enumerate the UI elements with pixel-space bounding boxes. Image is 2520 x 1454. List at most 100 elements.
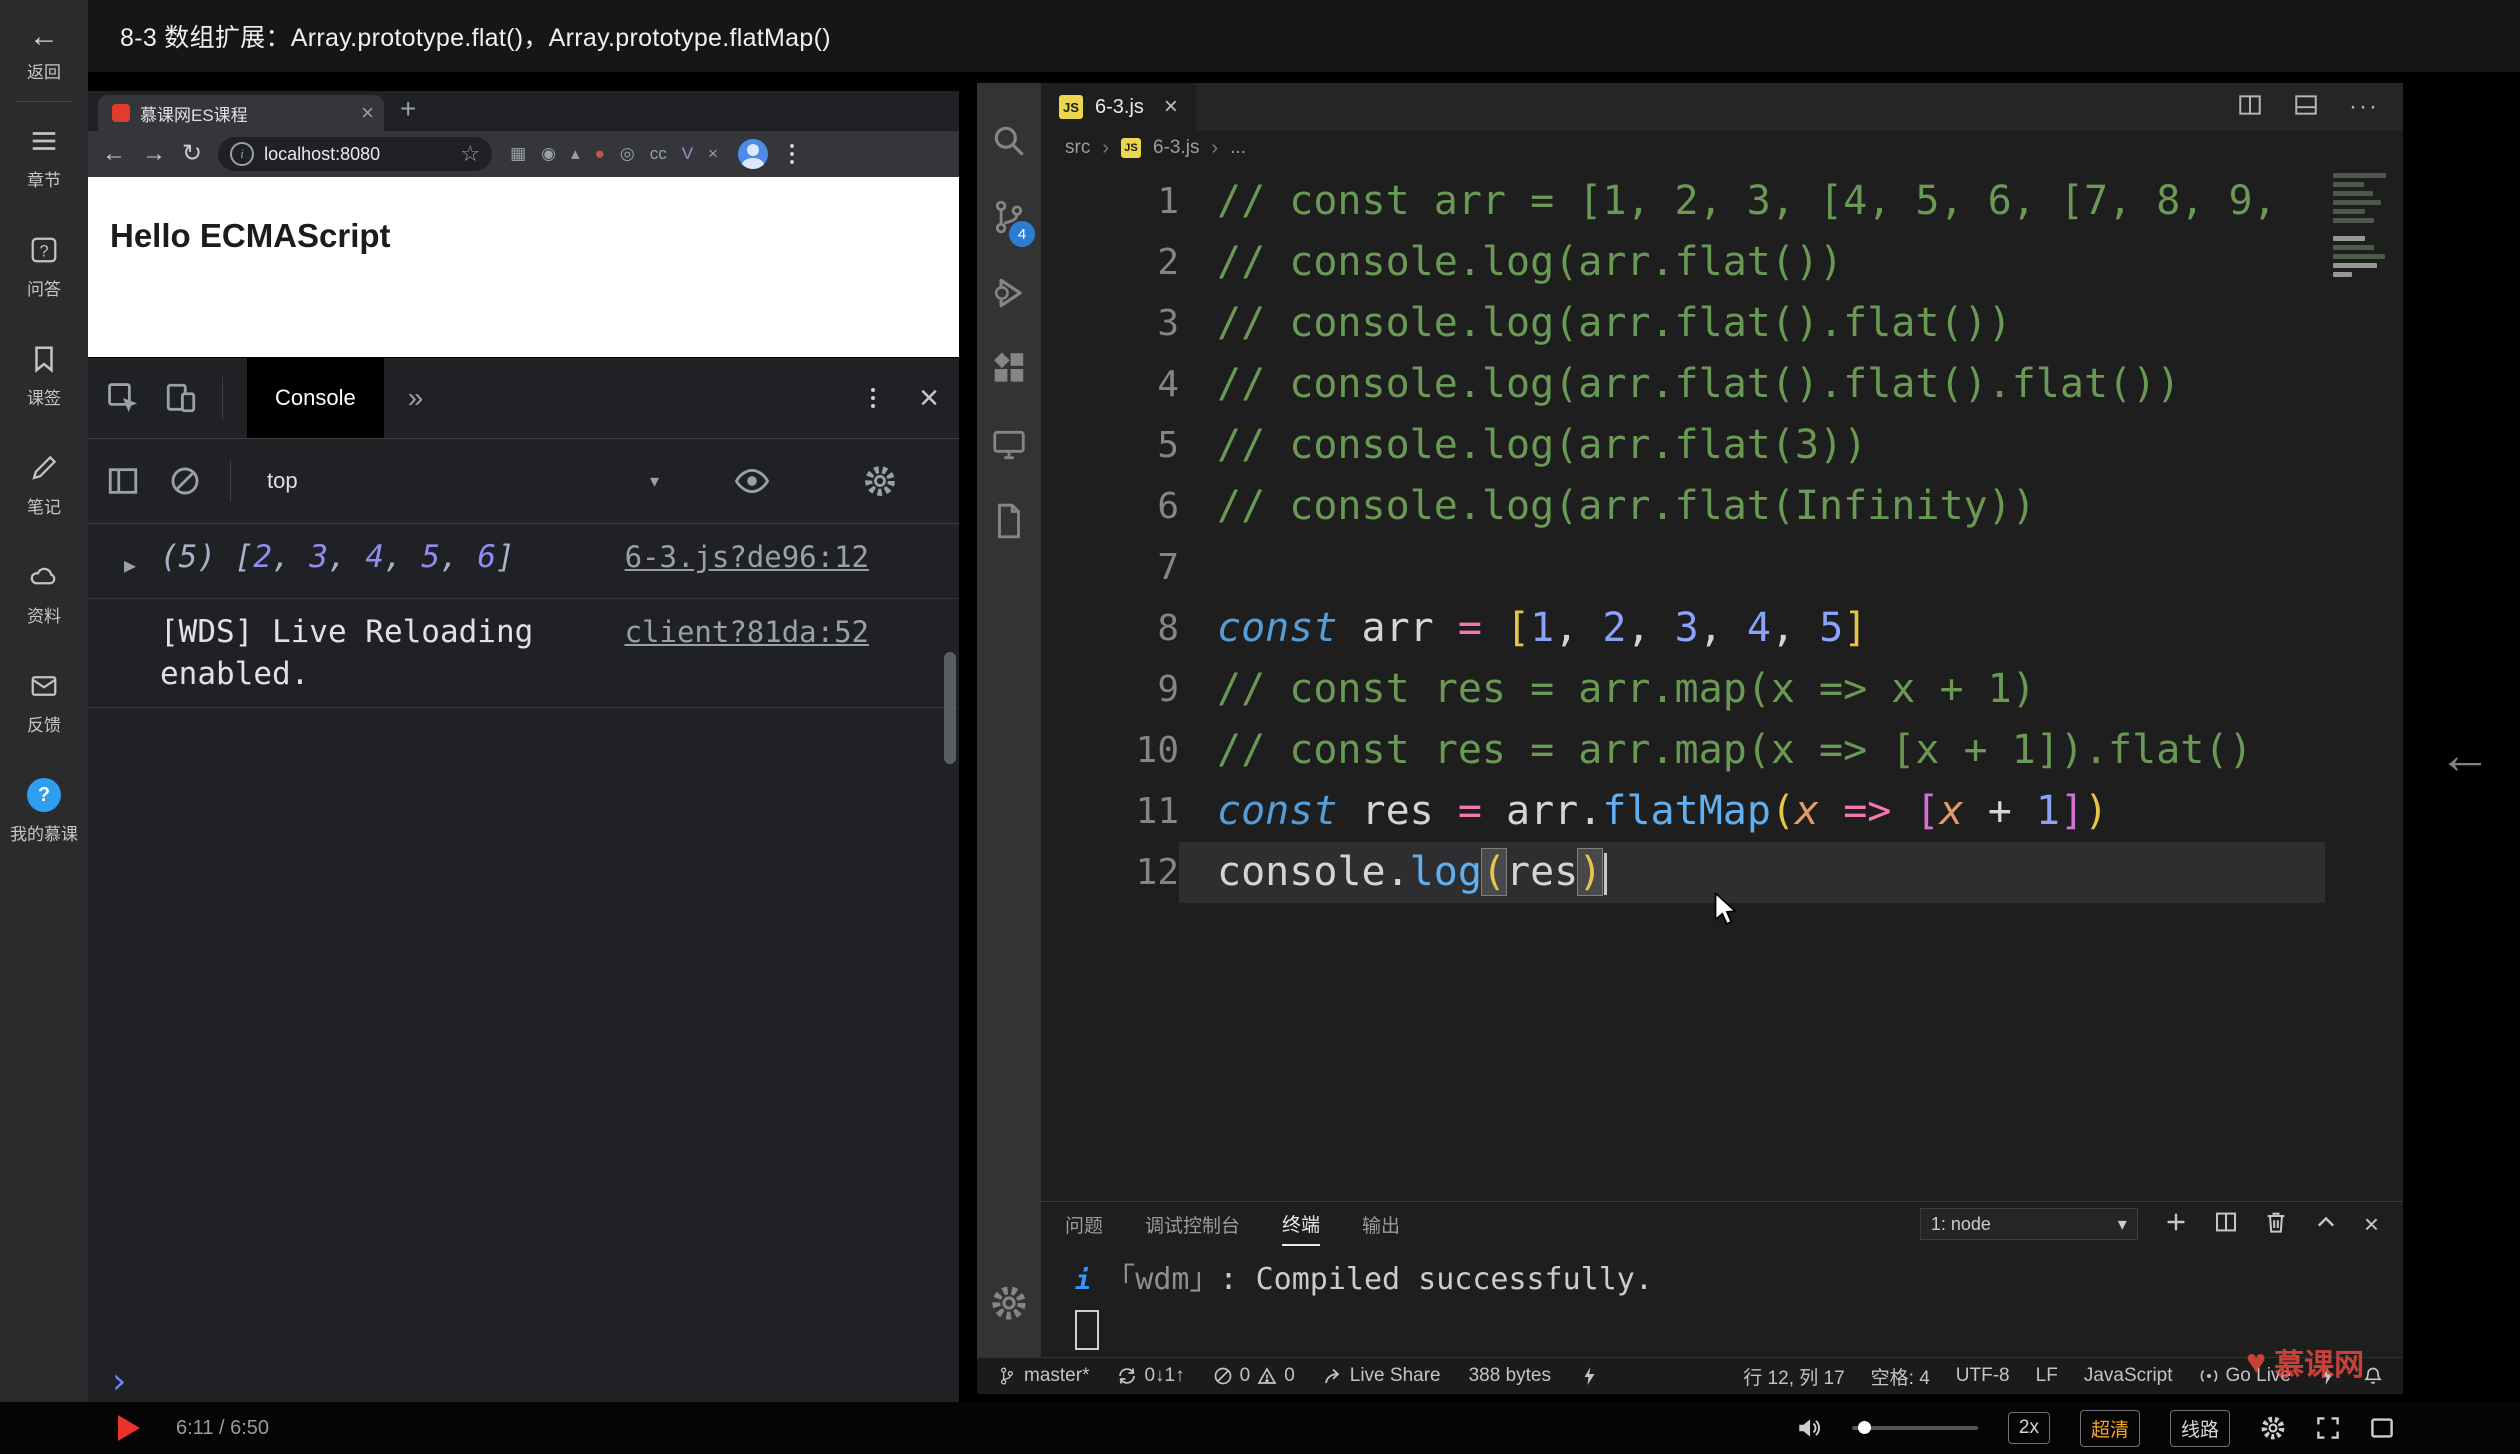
console-prompt[interactable]: ›: [88, 1345, 959, 1402]
new-terminal-icon[interactable]: [2164, 1210, 2188, 1239]
notebook-icon[interactable]: [977, 483, 1041, 559]
chrome-tab[interactable]: 慕课网ES课程 ×: [98, 95, 384, 131]
code-line[interactable]: 4// console.log(arr.flat().flat().flat()…: [1041, 354, 2403, 415]
split-terminal-icon[interactable]: [2214, 1210, 2238, 1239]
bookmark-star-icon[interactable]: ☆: [460, 141, 480, 167]
maximize-panel-icon[interactable]: [2314, 1210, 2338, 1239]
line-button[interactable]: 线路: [2169, 1409, 2230, 1447]
panel-tab[interactable]: 输出: [1362, 1202, 1400, 1246]
code-line[interactable]: 5// console.log(arr.flat(3)): [1041, 415, 2403, 476]
minimap[interactable]: [2333, 173, 2391, 277]
problems-status[interactable]: 0 0: [1213, 1365, 1295, 1387]
breadcrumb-tail[interactable]: ...: [1230, 137, 1246, 159]
git-branch-status[interactable]: master*: [997, 1365, 1089, 1387]
profile-avatar[interactable]: [737, 139, 768, 169]
speed-button[interactable]: 2x: [2007, 1412, 2050, 1444]
code-line[interactable]: 8 const arr = [1, 2, 3, 4, 5]: [1041, 598, 2403, 659]
devtools-scrollbar[interactable]: [944, 652, 956, 764]
browser-back-icon[interactable]: ←: [102, 142, 126, 166]
devtools-close-icon[interactable]: ×: [919, 381, 939, 415]
collapse-arrow-icon[interactable]: ←: [2438, 724, 2492, 786]
search-icon[interactable]: [977, 103, 1041, 179]
code-line[interactable]: 6// console.log(arr.flat(Infinity)): [1041, 476, 2403, 537]
file-size-status[interactable]: 388 bytes: [1469, 1365, 1551, 1387]
remote-explorer-icon[interactable]: [977, 407, 1041, 483]
sidebar-item-menu[interactable]: 章节: [10, 124, 78, 191]
extension-icon[interactable]: ●: [595, 144, 605, 164]
extension-icon[interactable]: ▴: [571, 144, 580, 164]
language-status[interactable]: JavaScript: [2084, 1365, 2173, 1387]
extension-icon[interactable]: ◎: [620, 144, 635, 164]
panel-tab[interactable]: 问题: [1065, 1202, 1103, 1246]
code-line[interactable]: 10// const res = arr.map(x => [x + 1]).f…: [1041, 720, 2403, 781]
console-source-link[interactable]: client?81da:52: [625, 611, 869, 653]
terminal-body[interactable]: i 「wdm」: Compiled successfully.: [1041, 1246, 2403, 1357]
eol-status[interactable]: LF: [2036, 1365, 2058, 1387]
git-sync-status[interactable]: 0↓1↑: [1117, 1365, 1185, 1387]
code-line[interactable]: 11 const res = arr.flatMap(x => [x + 1]): [1041, 781, 2403, 842]
tab-close-icon[interactable]: ×: [1164, 93, 1178, 121]
console-sidebar-icon[interactable]: [106, 464, 140, 498]
volume-icon[interactable]: [1796, 1417, 1822, 1439]
extension-icon[interactable]: ▦: [510, 144, 526, 164]
sidebar-item-question[interactable]: ? 问答: [10, 233, 78, 300]
play-button[interactable]: [118, 1415, 140, 1441]
sidebar-item-mail[interactable]: 反馈: [10, 669, 78, 736]
sidebar-item-pencil[interactable]: 笔记: [10, 451, 78, 518]
sidebar-item-bookmark[interactable]: 课签: [10, 342, 78, 409]
code-line[interactable]: 7: [1041, 537, 2403, 598]
volume-slider[interactable]: [1851, 1421, 1978, 1434]
chrome-menu-icon[interactable]: [789, 144, 794, 164]
indentation-status[interactable]: 空格: 4: [1871, 1363, 1930, 1390]
more-actions-icon[interactable]: ···: [2349, 93, 2379, 121]
player-settings-gear-icon[interactable]: [2260, 1415, 2286, 1441]
device-toolbar-icon[interactable]: [164, 381, 198, 415]
site-info-icon[interactable]: i: [230, 142, 255, 166]
code-line[interactable]: 9// const res = arr.map(x => x + 1): [1041, 659, 2403, 720]
live-share-status[interactable]: Live Share: [1323, 1365, 1441, 1387]
more-tabs-icon[interactable]: »: [408, 382, 424, 414]
volume-knob[interactable]: [1857, 1421, 1871, 1434]
extension-icon[interactable]: cc: [650, 144, 667, 164]
expand-triangle-icon[interactable]: ▶: [124, 536, 160, 586]
extension-icon[interactable]: V: [682, 144, 693, 164]
code-line[interactable]: 3// console.log(arr.flat().flat()): [1041, 293, 2403, 354]
extension-icon[interactable]: ◉: [541, 144, 556, 164]
extensions-icon[interactable]: [977, 331, 1041, 407]
new-tab-icon[interactable]: +: [400, 93, 416, 125]
close-panel-icon[interactable]: ×: [2364, 1211, 2379, 1237]
browser-forward-icon[interactable]: →: [142, 142, 166, 166]
console-settings-gear-icon[interactable]: [863, 464, 897, 498]
code-line[interactable]: 2// console.log(arr.flat()): [1041, 232, 2403, 293]
panel-tab[interactable]: 调试控制台: [1145, 1202, 1240, 1246]
bell-icon[interactable]: [2363, 1366, 2383, 1386]
code-editor[interactable]: 1// const arr = [1, 2, 3, [4, 5, 6, [7, …: [1041, 165, 2403, 1201]
zap-icon[interactable]: [1579, 1366, 1599, 1386]
breadcrumb-root[interactable]: src: [1065, 137, 1090, 159]
breadcrumb-file[interactable]: 6-3.js: [1153, 137, 1199, 159]
live-expression-eye-icon[interactable]: [735, 464, 769, 498]
toggle-layout-icon[interactable]: [2293, 92, 2319, 123]
video-stage[interactable]: 慕课网ES课程 × + ← → ↻ i localhost:8080 ☆ ▦ ◉ ▴…: [88, 72, 2520, 1402]
quality-button[interactable]: 超清: [2079, 1409, 2140, 1447]
web-fullscreen-icon[interactable]: [2370, 1416, 2394, 1440]
console-source-link[interactable]: 6-3.js?de96:12: [625, 536, 869, 578]
source-control-icon[interactable]: 4: [977, 179, 1041, 255]
sidebar-back-button[interactable]: ← 返回: [27, 0, 61, 83]
settings-gear-icon[interactable]: [977, 1265, 1041, 1341]
sidebar-item-avatar[interactable]: ? 我的慕课: [10, 778, 78, 845]
code-line[interactable]: 1// const arr = [1, 2, 3, [4, 5, 6, [7, …: [1041, 171, 2403, 232]
context-selector[interactable]: top ▾: [259, 468, 667, 494]
sidebar-item-cloud[interactable]: 资料: [10, 560, 78, 627]
tab-close-icon[interactable]: ×: [361, 102, 374, 124]
cursor-position-status[interactable]: 行 12, 列 17: [1743, 1363, 1844, 1390]
run-debug-icon[interactable]: [977, 255, 1041, 331]
encoding-status[interactable]: UTF-8: [1956, 1365, 2010, 1387]
devtools-tab-console[interactable]: Console: [247, 358, 384, 438]
breadcrumb[interactable]: src › JS 6-3.js › ...: [1041, 131, 2403, 165]
editor-tab[interactable]: JS 6-3.js ×: [1041, 83, 1196, 131]
terminal-shell-select[interactable]: 1: node ▾: [1919, 1208, 2138, 1240]
devtools-menu-icon[interactable]: [871, 388, 876, 408]
browser-reload-icon[interactable]: ↻: [182, 142, 202, 166]
fullscreen-icon[interactable]: [2316, 1416, 2340, 1440]
